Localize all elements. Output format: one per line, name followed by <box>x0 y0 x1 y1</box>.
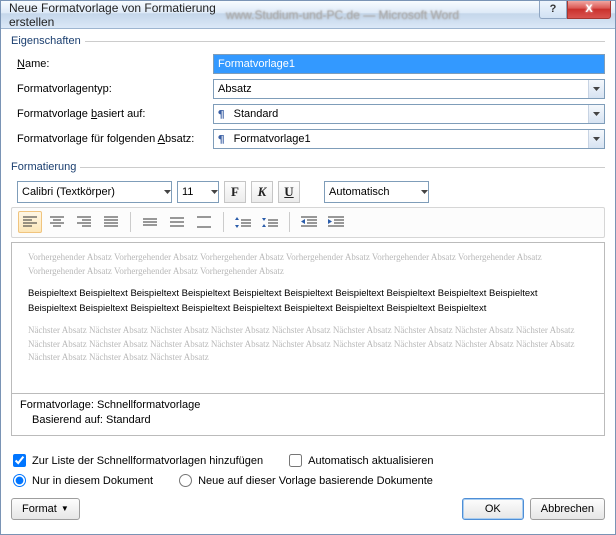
line-spacing-1-button[interactable] <box>138 211 162 233</box>
window-buttons: ? X <box>539 1 615 29</box>
new-template-label[interactable]: Neue auf dieser Vorlage basierende Dokum… <box>198 475 433 487</box>
quick-styles-label[interactable]: Zur Liste der Schnellformatvorlagen hinz… <box>32 455 263 467</box>
line-spacing-2-button[interactable] <box>192 211 216 233</box>
style-summary: Formatvorlage: Schnellformatvorlage Basi… <box>11 394 605 436</box>
titlebar: Neue Formatvorlage von Formatierung erst… <box>1 1 615 29</box>
help-icon: ? <box>550 3 557 15</box>
type-value: Absatz <box>214 83 588 95</box>
auto-update-label[interactable]: Automatisch aktualisieren <box>308 455 433 467</box>
format-button-label: Format <box>22 503 57 515</box>
following-label: Formatvorlage für folgenden Absatz: <box>17 133 213 145</box>
font-color-combo[interactable]: Automatisch <box>324 181 429 203</box>
new-template-radio[interactable] <box>179 474 192 487</box>
cancel-button[interactable]: Abbrechen <box>530 498 605 520</box>
format-button[interactable]: Format ▼ <box>11 498 80 520</box>
quick-styles-checkbox[interactable] <box>13 454 26 467</box>
chevron-down-icon <box>164 190 171 194</box>
align-center-button[interactable] <box>45 211 69 233</box>
chevron-down-icon <box>588 105 604 123</box>
type-label: Formatvorlagentyp: <box>17 83 213 95</box>
style-summary-line2: Basierend auf: Standard <box>20 413 596 428</box>
separator <box>130 212 131 232</box>
space-before-decrease-button[interactable] <box>258 211 282 233</box>
pilcrow-icon: ¶ <box>218 108 225 121</box>
formatting-group: Formatierung Calibri (Textkörper) 11 F K… <box>11 161 605 440</box>
window-title: Neue Formatvorlage von Formatierung erst… <box>9 1 226 29</box>
following-value: Formatvorlage1 <box>230 133 588 145</box>
font-color-value: Automatisch <box>325 186 421 198</box>
space-before-increase-button[interactable] <box>231 211 255 233</box>
following-combo[interactable]: ¶ Formatvorlage1 <box>213 129 605 149</box>
based-on-value: Standard <box>230 108 588 120</box>
paragraph-toolbar <box>11 207 605 238</box>
align-justify-button[interactable] <box>99 211 123 233</box>
preview-previous-paragraph: Vorhergehender Absatz Vorhergehender Abs… <box>28 251 588 278</box>
style-summary-line1: Formatvorlage: Schnellformatvorlage <box>20 398 596 413</box>
pilcrow-icon: ¶ <box>218 133 225 146</box>
close-button[interactable]: X <box>567 1 611 19</box>
underline-button[interactable]: U <box>278 181 300 203</box>
font-size-value: 11 <box>178 186 211 198</box>
auto-update-checkbox[interactable] <box>289 454 302 467</box>
window-subtitle: www.Studium-und-PC.de — Microsoft Word <box>226 8 459 22</box>
align-right-button[interactable] <box>72 211 96 233</box>
separator <box>289 212 290 232</box>
based-on-label: Formatvorlage basiert auf: <box>17 108 213 120</box>
bold-button[interactable]: F <box>224 181 246 203</box>
close-icon: X <box>585 3 592 15</box>
name-label: Name: <box>17 58 213 70</box>
font-toolbar: Calibri (Textkörper) 11 F K U Automatisc… <box>11 179 605 205</box>
preview-pane: Vorhergehender Absatz Vorhergehender Abs… <box>11 242 605 394</box>
increase-indent-button[interactable] <box>324 211 348 233</box>
chevron-down-icon <box>588 130 604 148</box>
only-document-label[interactable]: Nur in diesem Dokument <box>32 475 153 487</box>
formatting-legend: Formatierung <box>11 161 80 173</box>
chevron-down-icon <box>421 190 428 194</box>
only-document-radio[interactable] <box>13 474 26 487</box>
name-input[interactable] <box>213 54 605 74</box>
options-area: Zur Liste der Schnellformatvorlagen hinz… <box>11 444 605 490</box>
font-name-value: Calibri (Textkörper) <box>18 186 164 198</box>
ok-button[interactable]: OK <box>462 498 524 520</box>
line-spacing-15-button[interactable] <box>165 211 189 233</box>
font-name-combo[interactable]: Calibri (Textkörper) <box>17 181 172 203</box>
dialog-buttons: Format ▼ OK Abbrechen <box>11 492 605 520</box>
help-button[interactable]: ? <box>539 1 567 19</box>
preview-sample-text: Beispieltext Beispieltext Beispieltext B… <box>28 286 588 316</box>
italic-button[interactable]: K <box>251 181 273 203</box>
separator <box>223 212 224 232</box>
preview-next-paragraph: Nächster Absatz Nächster Absatz Nächster… <box>28 324 588 365</box>
align-left-button[interactable] <box>18 211 42 233</box>
chevron-down-icon <box>211 190 218 194</box>
properties-group: Eigenschaften Name: Formatvorlagentyp: A… <box>11 35 605 157</box>
properties-legend: Eigenschaften <box>11 35 85 47</box>
chevron-down-icon <box>588 80 604 98</box>
font-size-combo[interactable]: 11 <box>177 181 219 203</box>
type-combo[interactable]: Absatz <box>213 79 605 99</box>
decrease-indent-button[interactable] <box>297 211 321 233</box>
chevron-down-icon: ▼ <box>61 504 69 513</box>
based-on-combo[interactable]: ¶ Standard <box>213 104 605 124</box>
